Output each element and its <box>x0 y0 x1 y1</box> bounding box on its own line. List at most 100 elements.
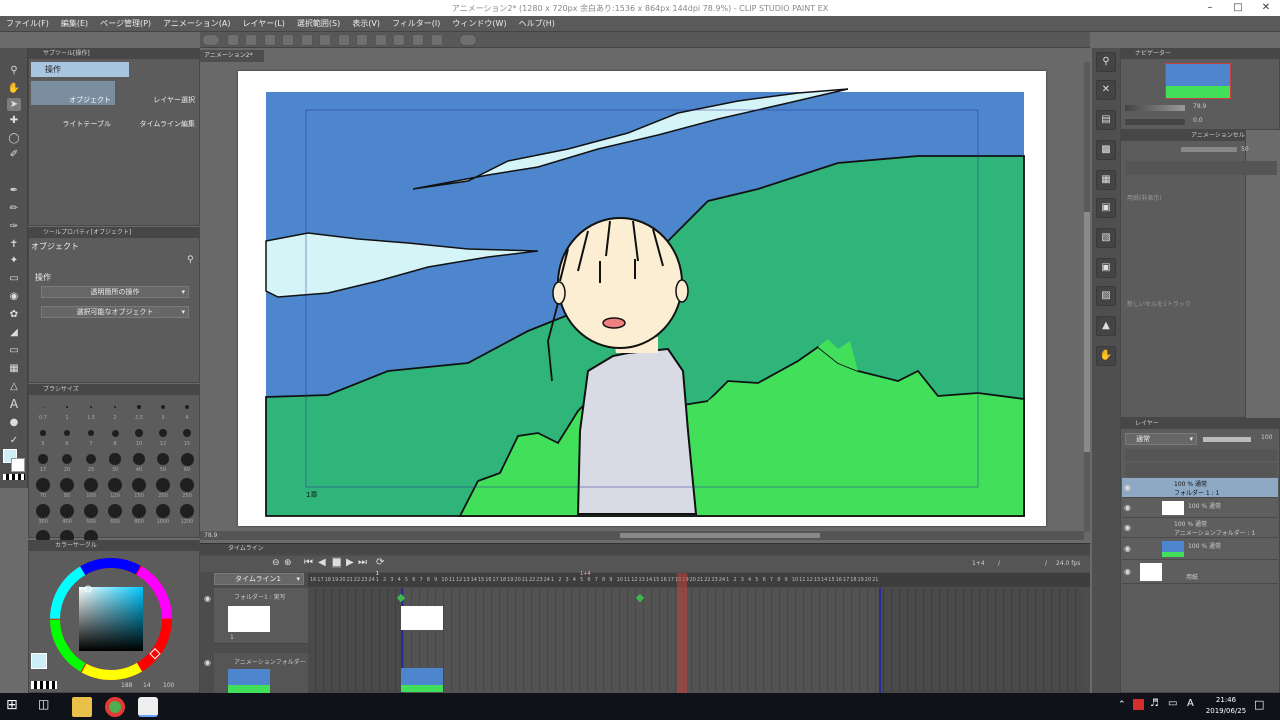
image-icon[interactable]: ▣ <box>1096 258 1116 278</box>
crop-icon[interactable] <box>393 34 406 46</box>
eye-icon[interactable]: ◉ <box>204 594 211 603</box>
menu-window[interactable]: ウィンドウ(W) <box>446 16 512 32</box>
eye-icon[interactable]: ◉ <box>204 658 211 667</box>
tray-record-icon[interactable] <box>1133 699 1144 710</box>
brush-size-cell[interactable]: 1 <box>55 399 79 425</box>
search-icon[interactable]: ⚲ <box>1096 52 1116 72</box>
file-explorer-icon[interactable] <box>72 697 92 717</box>
eye-icon[interactable]: ◉ <box>1124 567 1131 576</box>
eye-icon[interactable]: ◉ <box>1124 503 1131 512</box>
ime-indicator[interactable]: A <box>1187 698 1194 709</box>
zoom-out-icon[interactable]: ⊖ <box>272 558 280 568</box>
tone-icon[interactable]: ✕ <box>1096 80 1116 100</box>
brush-size-cell[interactable]: 30 <box>103 451 127 477</box>
brush-size-cell[interactable]: 5 <box>31 425 55 451</box>
menu-filter[interactable]: フィルター(I) <box>386 16 446 32</box>
menu-help[interactable]: ヘルプ(H) <box>513 16 561 32</box>
timeline-select[interactable]: タイムライン1 ▾ <box>214 573 304 585</box>
brush-size-cell[interactable]: 200 <box>151 477 175 503</box>
operation-tool-icon[interactable]: ➤ <box>7 98 21 111</box>
layer-row-folder-2[interactable]: ◉ 100 % 通常 アニメーションフォルダー : 1 <box>1122 518 1278 538</box>
windows-start-icon[interactable]: ⊞ <box>6 697 26 717</box>
subtool-light-table[interactable]: ライトテーブル <box>31 105 115 129</box>
pattern-icon[interactable]: ▦ <box>1096 170 1116 190</box>
balloon-tool-icon[interactable]: ● <box>7 416 21 429</box>
canvas-vscrollbar[interactable] <box>1084 62 1090 532</box>
pencil-tool-icon[interactable]: ✏ <box>7 202 21 215</box>
menu-view[interactable]: 表示(V) <box>346 16 386 32</box>
brush-size-cell[interactable]: 120 <box>103 477 127 503</box>
brush-size-cell[interactable]: 1000 <box>151 503 175 529</box>
hand-tool-icon[interactable]: ✋ <box>7 82 21 95</box>
subtool-layer-select[interactable]: レイヤー選択 <box>115 81 199 105</box>
rotation-slider[interactable] <box>1125 119 1185 125</box>
brush-size-cell[interactable]: 500 <box>79 503 103 529</box>
color-wheel[interactable] <box>47 555 175 683</box>
opacity-slider[interactable] <box>1203 437 1251 442</box>
next-frame-icon[interactable]: ▶ <box>346 557 354 568</box>
canvas-tab[interactable]: アニメーション2* <box>200 50 264 62</box>
layer-row-2[interactable]: ◉ 100 % 通常 <box>1122 498 1278 518</box>
figure-tool-icon[interactable]: ▭ <box>7 344 21 357</box>
playhead[interactable] <box>677 573 687 693</box>
decoration-tool-icon[interactable]: ✦ <box>7 254 21 267</box>
chevron-up-icon[interactable]: ⌃ <box>1118 700 1126 710</box>
brush-size-cell[interactable]: 7 <box>79 425 103 451</box>
brush-size-cell[interactable]: 80 <box>55 477 79 503</box>
brush-size-cell[interactable]: 3 <box>151 399 175 425</box>
prev-frame-icon[interactable]: ◀ <box>318 557 326 568</box>
deselect-icon[interactable] <box>356 34 369 46</box>
blend-mode-select[interactable]: 通常 ▾ <box>1125 433 1197 445</box>
hand-pose-icon[interactable]: ✋ <box>1096 346 1116 366</box>
brush-size-cell[interactable]: 2.5 <box>127 399 151 425</box>
brush-size-cell[interactable]: 15 <box>175 425 199 451</box>
lasso-tool-icon[interactable]: ◯ <box>7 132 21 145</box>
brush-size-cell[interactable]: 300 <box>31 503 55 529</box>
close-button[interactable]: ✕ <box>1252 0 1280 16</box>
brush-size-cell[interactable]: 17 <box>31 451 55 477</box>
brush-size-cell[interactable]: 50 <box>151 451 175 477</box>
brush-size-cell[interactable]: 8 <box>103 425 127 451</box>
brush-size-cell[interactable]: 250 <box>175 477 199 503</box>
cel-thumbnail-2[interactable] <box>401 668 443 692</box>
menu-selection[interactable]: 選択範囲(S) <box>291 16 346 32</box>
pen-tool-icon[interactable]: ✒ <box>7 184 21 197</box>
brush-size-cell[interactable]: 4 <box>175 399 199 425</box>
menu-page[interactable]: ページ管理(P) <box>94 16 157 32</box>
eye-icon[interactable]: ◉ <box>1124 544 1131 553</box>
menu-edit[interactable]: 編集(E) <box>55 16 94 32</box>
folder-icon[interactable]: ▨ <box>1096 286 1116 306</box>
clip-studio-icon[interactable] <box>202 34 220 46</box>
help-icon[interactable] <box>459 34 478 46</box>
brush-size-cell[interactable]: 1.5 <box>79 399 103 425</box>
onion-skin-slider[interactable] <box>1181 147 1237 152</box>
brush-size-cell[interactable]: 100 <box>79 477 103 503</box>
quick-access-icon[interactable]: ▧ <box>1096 228 1116 248</box>
brush-size-cell[interactable]: 10 <box>127 425 151 451</box>
minimize-button[interactable]: – <box>1196 0 1224 16</box>
new-icon[interactable] <box>226 34 239 46</box>
notification-icon[interactable]: □ <box>1254 698 1264 711</box>
track-row-2[interactable]: アニメーションフォルダー <box>214 653 308 693</box>
clock-date[interactable]: 2019/06/25 <box>1200 707 1252 715</box>
zoom-tool-icon[interactable]: ⚲ <box>7 64 21 77</box>
snap-ruler-icon[interactable] <box>430 34 443 46</box>
zoom-slider[interactable] <box>1125 105 1185 111</box>
frame-ruler[interactable]: 16 17 18 19 20 21 22 23 24 1 2 3 4 5 6 7 8 9 10 11 12 13 14 15 1… <box>308 571 1090 587</box>
clear-icon[interactable] <box>319 34 332 46</box>
main-color-chip[interactable] <box>31 653 47 669</box>
invert-icon[interactable] <box>374 34 387 46</box>
selectable-object-dropdown[interactable]: 選択可能なオブジェクト ▾ <box>41 306 189 318</box>
brush-size-cell[interactable]: 1200 <box>175 503 199 529</box>
zoom-in-icon[interactable]: ⊕ <box>284 558 292 568</box>
volume-icon[interactable]: ♬ <box>1150 698 1159 709</box>
save-icon[interactable] <box>263 34 276 46</box>
subtool-group-tab[interactable]: 操作 <box>31 62 129 77</box>
subtool-object[interactable]: オブジェクト <box>31 81 115 105</box>
fill-tool-icon[interactable]: ◉ <box>7 290 21 303</box>
frame-tool-icon[interactable]: ▦ <box>7 362 21 375</box>
loop-icon[interactable]: ⟳ <box>376 557 384 568</box>
brush-size-cell[interactable]: 12 <box>151 425 175 451</box>
brush-size-cell[interactable]: 60 <box>175 451 199 477</box>
brush-size-cell[interactable]: 150 <box>127 477 151 503</box>
